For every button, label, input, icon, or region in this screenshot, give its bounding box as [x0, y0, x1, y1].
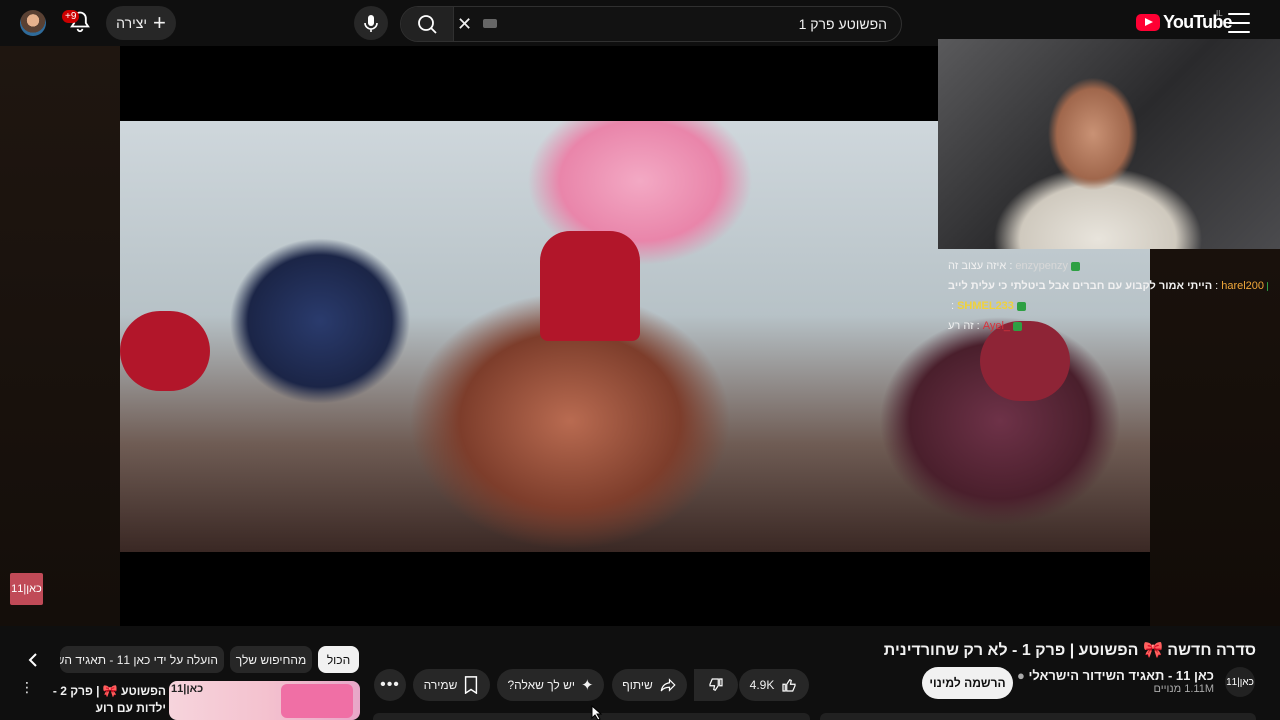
channel-info[interactable]: כאן 11 - תאגיד השידור הישראלי ● 1.11M מנ… — [1017, 668, 1214, 695]
fez-hat — [120, 311, 210, 391]
chat-message: SHMEL233: — [948, 296, 1268, 316]
thumbs-up-icon — [782, 678, 796, 692]
create-button[interactable]: יצירה + — [106, 6, 176, 40]
kebab-icon: ⋮ — [20, 679, 34, 695]
verified-icon: ● — [1016, 668, 1025, 683]
chevron-left-icon — [28, 653, 37, 667]
chip-all[interactable]: הכול — [318, 646, 359, 673]
chips-next-button[interactable] — [24, 650, 44, 670]
more-actions-button[interactable]: ••• — [374, 669, 406, 701]
search-input[interactable]: הפשוטע פרק 1 — [799, 16, 887, 32]
search-button[interactable] — [401, 7, 454, 41]
share-label: שיתוף — [622, 678, 653, 692]
thumbnail-badge: כאן|11 — [171, 683, 204, 695]
fez-hat — [540, 231, 640, 341]
description-edge — [820, 713, 1256, 720]
sparkle-icon: ✦ — [580, 677, 594, 694]
country-code: IL — [1216, 9, 1223, 18]
related-more-button[interactable]: ⋮ — [20, 680, 34, 694]
share-icon — [660, 678, 676, 692]
video-title: סדרה חדשה 🎀 הפשוטע | פרק 1 - לא רק שחורד… — [883, 642, 1256, 659]
subscribe-button[interactable]: הרשמה למינוי — [922, 667, 1013, 699]
notifications-badge: +9 — [62, 10, 80, 23]
thumbnail-title-art — [281, 684, 353, 718]
share-button[interactable]: שיתוף — [612, 669, 687, 701]
dislike-button[interactable] — [694, 669, 738, 701]
like-button[interactable]: 4.9K — [739, 669, 809, 701]
voice-search-button[interactable] — [354, 6, 388, 40]
mouse-cursor-icon — [591, 705, 603, 720]
youtube-logo[interactable]: YouTube IL — [1136, 9, 1233, 33]
chip-from-search[interactable]: מהחיפוש שלך — [230, 646, 312, 673]
streamer-webcam — [938, 39, 1280, 249]
subscriber-count: 1.11M מנויים — [1153, 683, 1214, 695]
ambient-left — [0, 46, 120, 626]
create-label: יצירה — [116, 15, 147, 31]
bookmark-icon — [465, 676, 478, 694]
ask-label: יש לך שאלה? — [507, 678, 575, 692]
thumbs-down-icon — [709, 678, 723, 692]
microphone-icon — [364, 15, 378, 32]
youtube-play-icon — [1136, 14, 1160, 31]
account-avatar[interactable] — [20, 10, 46, 36]
chat-message: enzypenzy: איזה עצוב זה — [948, 256, 1268, 276]
more-horizontal-icon: ••• — [380, 676, 400, 693]
chat-message: Ayel_: זה רע — [948, 316, 1268, 336]
clear-search-icon[interactable]: ✕ — [457, 14, 472, 35]
channel-avatar[interactable]: כאן|11 — [1225, 667, 1255, 697]
stream-chat-overlay: enzypenzy: איזה עצוב זה harel200: הייתי אמ… — [948, 256, 1268, 336]
ask-button[interactable]: ✦ יש לך שאלה? — [497, 669, 604, 701]
related-video-title[interactable]: הפשוטע 🎀 | פרק 2 - ילדות עם רוע — [30, 683, 166, 717]
search-box[interactable]: ✕ הפשוטע פרק 1 — [400, 6, 902, 42]
channel-name[interactable]: כאן 11 - תאגיד השידור הישראלי — [1028, 668, 1214, 683]
channel-watermark[interactable]: כאן|11 — [10, 573, 43, 605]
chat-message: harel200: הייתי אמור לקבוע עם חברים אבל ב… — [948, 280, 1268, 292]
save-button[interactable]: שמירה — [413, 669, 490, 701]
related-video-thumbnail[interactable]: כאן|11 — [169, 681, 360, 720]
chip-uploaded-by[interactable]: הועלה על ידי כאן 11 - תאגיד השי — [60, 646, 224, 673]
notifications-button[interactable]: +9 — [62, 9, 94, 37]
guide-menu-button[interactable] — [1228, 13, 1250, 33]
save-label: שמירה — [423, 678, 458, 692]
keyboard-icon[interactable] — [483, 19, 497, 28]
like-count: 4.9K — [749, 678, 775, 692]
plus-icon: + — [152, 10, 166, 35]
search-icon — [418, 15, 437, 34]
